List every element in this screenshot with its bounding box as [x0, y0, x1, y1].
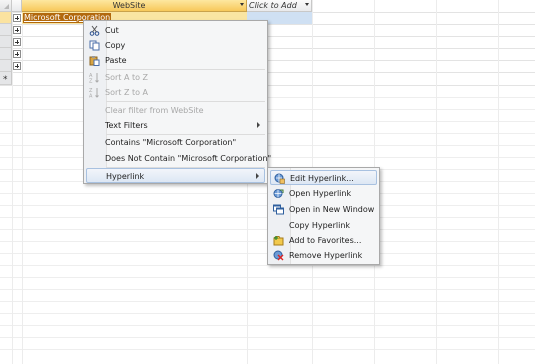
column-header-click-to-add[interactable]: Click to Add — [247, 0, 312, 12]
dropdown-arrow-icon[interactable] — [305, 3, 309, 6]
menu-item-label: Edit Hyperlink... — [290, 174, 354, 183]
menu-item-label: Sort A to Z — [105, 73, 149, 82]
expand-subdatasheet-icon[interactable] — [13, 26, 21, 34]
row-selector[interactable] — [0, 24, 12, 36]
svg-text:Z: Z — [89, 79, 93, 84]
grid-line — [0, 313, 535, 314]
menu-item-label: Paste — [105, 56, 127, 65]
scissors-icon — [89, 25, 100, 36]
expand-subdatasheet-icon[interactable] — [13, 14, 21, 22]
new-window-icon — [273, 204, 284, 215]
column-header-website[interactable]: WebSite — [22, 0, 247, 12]
menu-item-copy-hyperlink[interactable]: Copy Hyperlink — [270, 218, 377, 233]
expand-subdatasheet-icon[interactable] — [13, 38, 21, 46]
menu-item-label: Contains "Microsoft Corporation" — [105, 138, 237, 147]
select-all-corner[interactable] — [0, 0, 12, 12]
grid-line — [0, 337, 535, 338]
grid-line — [22, 0, 23, 364]
menu-item-contains[interactable]: Contains "Microsoft Corporation" — [86, 135, 265, 150]
add-favorites-icon — [273, 235, 284, 246]
menu-item-label: Sort Z to A — [105, 88, 149, 97]
grid-line — [0, 277, 535, 278]
menu-item-copy[interactable]: Copy — [86, 38, 265, 53]
grid-line — [0, 349, 535, 350]
menu-item-edit-hyperlink[interactable]: Edit Hyperlink... — [270, 170, 377, 185]
menu-item-paste[interactable]: Paste — [86, 53, 265, 68]
menu-item-label: Copy — [105, 41, 126, 50]
menu-item-label: Open Hyperlink — [289, 189, 352, 198]
new-record-marker: * — [3, 75, 8, 85]
open-hyperlink-icon — [273, 188, 284, 199]
submenu-arrow-icon — [256, 173, 259, 179]
menu-item-sort-descending: ZA Sort Z to A — [86, 85, 265, 100]
menu-item-label: Text Filters — [105, 121, 148, 130]
row-selector[interactable] — [0, 36, 12, 48]
row-selector[interactable] — [0, 12, 12, 24]
menu-item-sort-ascending: AZ Sort A to Z — [86, 70, 265, 85]
menu-item-label: Add to Favorites... — [289, 236, 362, 245]
edit-hyperlink-icon — [274, 173, 285, 184]
menu-item-open-hyperlink[interactable]: Open Hyperlink — [270, 186, 377, 201]
submenu-arrow-icon — [257, 122, 260, 128]
expand-subdatasheet-icon[interactable] — [13, 62, 21, 70]
grid-line — [0, 325, 535, 326]
svg-text:A: A — [89, 94, 93, 99]
corner-triangle-icon — [4, 4, 9, 9]
dropdown-arrow-icon[interactable] — [240, 3, 244, 6]
menu-item-does-not-contain[interactable]: Does Not Contain "Microsoft Corporation" — [86, 151, 271, 166]
menu-item-clear-filter: Clear filter from WebSite — [86, 103, 265, 118]
expand-subdatasheet-icon[interactable] — [13, 50, 21, 58]
menu-item-label: Open in New Window — [289, 205, 375, 214]
copy-icon — [89, 40, 100, 51]
menu-item-add-favorites[interactable]: Add to Favorites... — [270, 233, 377, 248]
column-header-label: Click to Add — [249, 1, 297, 10]
grid-line — [498, 0, 499, 364]
menu-item-label: Clear filter from WebSite — [105, 106, 204, 115]
menu-item-remove-hyperlink[interactable]: Remove Hyperlink — [270, 248, 377, 263]
row-selector[interactable] — [0, 60, 12, 72]
grid-line — [0, 301, 535, 302]
grid-line — [0, 289, 535, 290]
paste-icon — [89, 55, 100, 66]
remove-hyperlink-icon — [273, 250, 284, 261]
menu-item-label: Hyperlink — [106, 172, 145, 181]
menu-item-label: Copy Hyperlink — [289, 221, 351, 230]
menu-item-label: Does Not Contain "Microsoft Corporation" — [105, 154, 272, 163]
menu-item-label: Remove Hyperlink — [289, 251, 363, 260]
menu-item-text-filters[interactable]: Text Filters — [86, 118, 265, 133]
grid-line — [436, 0, 437, 364]
row-selector[interactable] — [0, 48, 12, 60]
menu-separator — [106, 101, 265, 102]
expander-column-header — [12, 0, 22, 12]
column-header-label: WebSite — [112, 1, 146, 10]
sort-descending-icon: ZA — [89, 87, 100, 98]
menu-item-hyperlink[interactable]: Hyperlink — [86, 168, 265, 183]
menu-item-label: Cut — [105, 26, 119, 35]
sort-ascending-icon: AZ — [89, 72, 100, 83]
hyperlink-submenu: Edit Hyperlink... Open Hyperlink Open in… — [267, 167, 380, 265]
menu-item-cut[interactable]: Cut — [86, 23, 265, 38]
grid-line — [0, 265, 535, 266]
menu-item-open-new-window[interactable]: Open in New Window — [270, 202, 377, 217]
context-menu: Cut Copy Paste AZ Sort A to Z ZA Sort Z … — [83, 20, 271, 184]
